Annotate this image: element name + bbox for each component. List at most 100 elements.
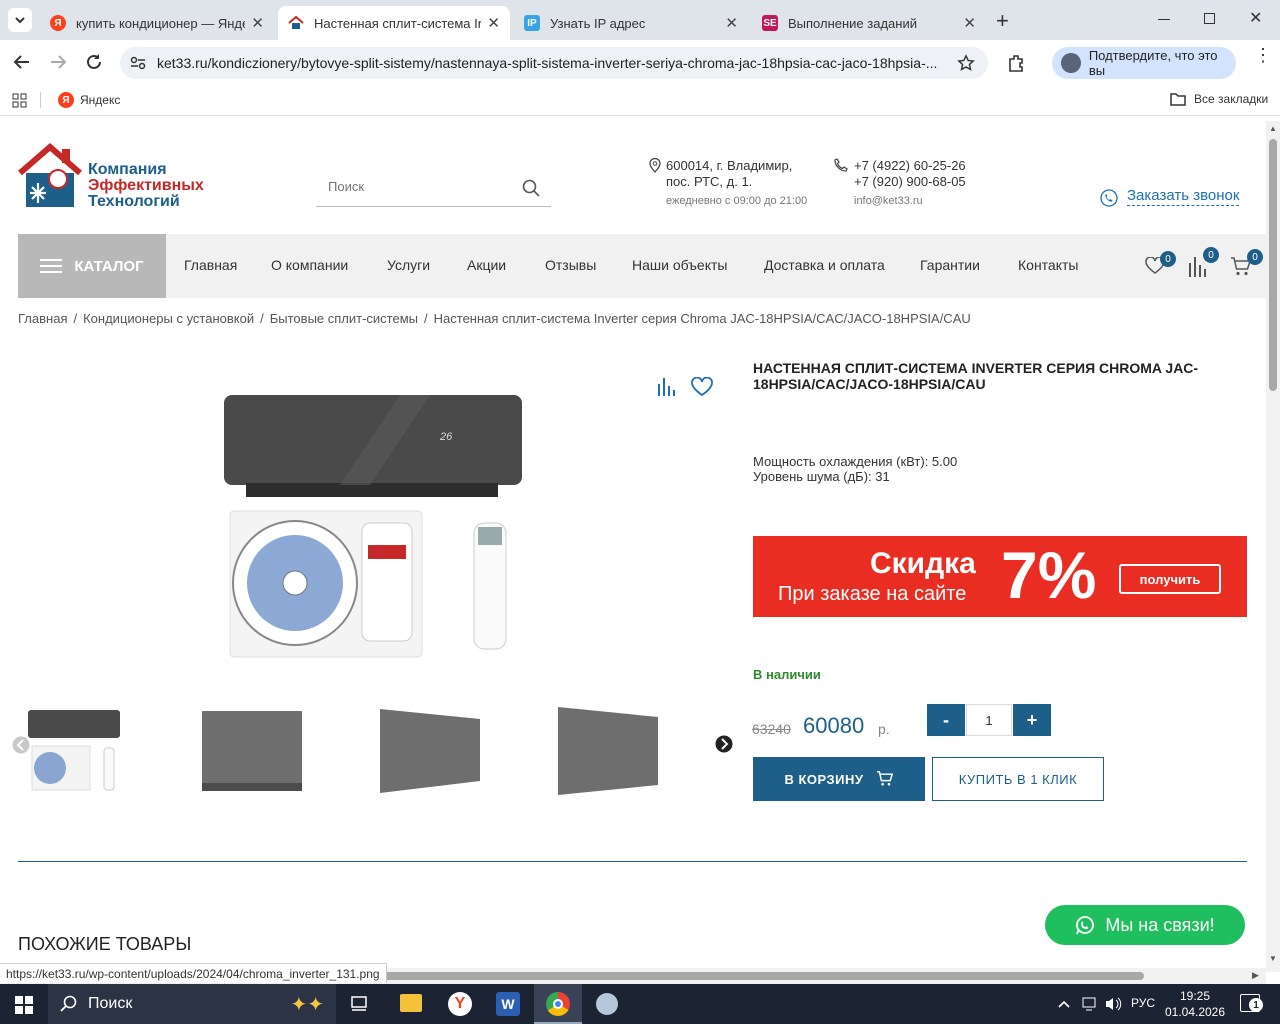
favorite-heart-icon[interactable]	[690, 377, 714, 397]
site-settings-icon[interactable]	[130, 56, 146, 70]
close-tab-icon[interactable]: ✕	[963, 14, 976, 32]
discount-percent: 7%	[1001, 538, 1097, 612]
paint-icon[interactable]	[596, 993, 618, 1015]
language-indicator[interactable]: РУС	[1131, 996, 1155, 1010]
nav-promotions[interactable]: Акции	[467, 257, 506, 273]
taskbar-search[interactable]: Поиск ✦✦	[48, 984, 336, 1024]
gallery-thumbnail[interactable]	[380, 709, 480, 793]
browser-menu-icon[interactable]: ⋮	[1254, 46, 1272, 64]
similar-products-heading: ПОХОЖИЕ ТОВАРЫ	[18, 934, 192, 954]
word-icon[interactable]: W	[496, 992, 520, 1016]
minimize-button[interactable]	[1158, 10, 1172, 24]
discount-banner[interactable]: Скидка При заказе на сайте 7% получить	[753, 536, 1247, 617]
scroll-up-arrow-icon[interactable]: ▲	[1269, 124, 1277, 133]
volume-icon[interactable]	[1104, 996, 1122, 1012]
search-icon[interactable]	[522, 179, 540, 197]
display-temperature: 26	[440, 431, 453, 443]
apps-grid-icon[interactable]	[12, 93, 27, 108]
windows-taskbar: Поиск ✦✦ Y W РУС 19:25 01.04.2026 1	[0, 984, 1280, 1024]
quantity-increase-button[interactable]: +	[1013, 704, 1051, 736]
task-view-icon[interactable]	[350, 995, 368, 1013]
product-main-image[interactable]	[210, 383, 540, 673]
all-bookmarks[interactable]: Все закладки	[1170, 92, 1268, 106]
nav-about[interactable]: О компании	[271, 257, 348, 273]
tab-search-button[interactable]	[8, 8, 32, 32]
close-tab-icon[interactable]: ✕	[487, 14, 500, 32]
quantity-decrease-button[interactable]: -	[927, 704, 965, 736]
browser-tab-strip: Я купить кондиционер — Яндекс ✕ Настенна…	[0, 0, 1280, 40]
scroll-thumb[interactable]	[380, 972, 1144, 980]
chevron-up-icon[interactable]	[1058, 999, 1070, 1009]
nav-services[interactable]: Услуги	[387, 257, 430, 273]
gallery-thumbnail[interactable]	[26, 708, 122, 794]
profile-verify-button[interactable]: Подтвердите, что это вы	[1052, 47, 1236, 79]
clock[interactable]: 19:25 01.04.2026	[1160, 988, 1230, 1020]
working-hours: ежедневно с 09:00 до 21:00	[666, 195, 808, 207]
chrome-taskbar-button[interactable]	[534, 984, 582, 1024]
url-text: ket33.ru/kondicziоnery/bytovye-split-sis…	[157, 55, 938, 71]
bookmark-yandex[interactable]: Я Яндекс	[58, 92, 120, 108]
nav-delivery[interactable]: Доставка и оплата	[764, 257, 885, 273]
tab-ip-address[interactable]: IP Узнать IP адрес ✕	[514, 6, 748, 40]
folder-icon	[1170, 93, 1186, 106]
site-logo[interactable]: Компания Эффективных Технологий	[18, 143, 228, 210]
callback-link[interactable]: Заказать звонок	[1127, 187, 1240, 206]
notification-center[interactable]: 1	[1240, 994, 1263, 1012]
phone-2[interactable]: +7 (920) 900-68-05	[854, 174, 966, 190]
gallery-thumbnail[interactable]	[202, 711, 302, 791]
extensions-puzzle-icon[interactable]	[1006, 53, 1026, 73]
forward-arrow-icon[interactable]	[49, 54, 67, 70]
back-arrow-icon[interactable]	[13, 54, 31, 70]
logo-line-2: Эффективных	[88, 177, 204, 194]
address-bar[interactable]: ket33.ru/kondicziоnery/bytovye-split-sis…	[120, 47, 988, 79]
breadcrumb-air-conditioners[interactable]: Кондиционеры с установкой	[83, 311, 254, 326]
network-icon[interactable]	[1082, 996, 1098, 1012]
breadcrumb-split-systems[interactable]: Бытовые сплит-системы	[270, 311, 418, 326]
new-tab-button[interactable]: +	[996, 8, 1009, 34]
nav-our-objects[interactable]: Наши объекты	[632, 257, 727, 273]
nav-warranty[interactable]: Гарантии	[920, 257, 980, 273]
add-to-cart-button[interactable]: В КОРЗИНУ	[753, 757, 925, 801]
vertical-scrollbar[interactable]: ▲ ▼	[1266, 121, 1280, 972]
tab-yandex[interactable]: Я купить кондиционер — Яндекс ✕	[40, 6, 274, 40]
catalog-label: КАТАЛОГ	[74, 257, 144, 275]
nav-home[interactable]: Главная	[184, 257, 237, 273]
chat-button[interactable]: Мы на связи!	[1045, 905, 1245, 945]
windows-start-icon[interactable]	[15, 996, 33, 1014]
nav-reviews[interactable]: Отзывы	[545, 257, 596, 273]
search-input[interactable]	[328, 179, 518, 194]
close-tab-icon[interactable]: ✕	[251, 14, 264, 32]
gallery-next-arrow-icon[interactable]	[715, 735, 733, 753]
close-tab-icon[interactable]: ✕	[725, 14, 738, 32]
compare-icon[interactable]	[657, 376, 675, 396]
clock-date: 01.04.2026	[1164, 1005, 1226, 1019]
scroll-right-arrow-icon[interactable]: ▶	[1252, 970, 1259, 981]
catalog-button[interactable]: КАТАЛОГ	[18, 234, 166, 298]
get-discount-button[interactable]: получить	[1119, 564, 1221, 594]
phone-icon	[834, 158, 848, 172]
tab-product-page[interactable]: Настенная сплит-система Inverter ✕	[278, 6, 510, 40]
old-price: 63240	[752, 721, 791, 737]
tab-title: Настенная сплит-система Inverter	[314, 15, 482, 31]
close-window-button[interactable]: ✕	[1249, 8, 1262, 28]
scroll-down-arrow-icon[interactable]: ▼	[1269, 954, 1277, 963]
bookmark-star-icon[interactable]	[957, 54, 975, 72]
phone-1[interactable]: +7 (4922) 60-25-26	[854, 158, 966, 174]
nav-contacts[interactable]: Контакты	[1018, 257, 1078, 273]
gallery-thumbnail[interactable]	[558, 707, 658, 795]
scroll-thumb[interactable]	[1269, 139, 1277, 391]
header-compare[interactable]: 0	[1188, 247, 1220, 277]
email-link[interactable]: info@ket33.ru	[854, 193, 966, 209]
buy-one-click-button[interactable]: КУПИТЬ В 1 КЛИК	[932, 757, 1104, 801]
quantity-input[interactable]: 1	[966, 704, 1012, 736]
site-search	[316, 173, 551, 207]
header-favorites[interactable]: 0	[1145, 251, 1176, 277]
reload-icon[interactable]	[85, 53, 103, 71]
header-cart[interactable]: 0	[1230, 249, 1266, 277]
location-pin-icon	[649, 158, 661, 173]
restore-button[interactable]	[1204, 13, 1215, 24]
breadcrumb-home[interactable]: Главная	[18, 311, 67, 326]
tab-tasks[interactable]: SE Выполнение заданий ✕	[752, 6, 986, 40]
file-explorer-icon[interactable]	[400, 994, 422, 1012]
yandex-browser-icon[interactable]: Y	[448, 992, 472, 1016]
